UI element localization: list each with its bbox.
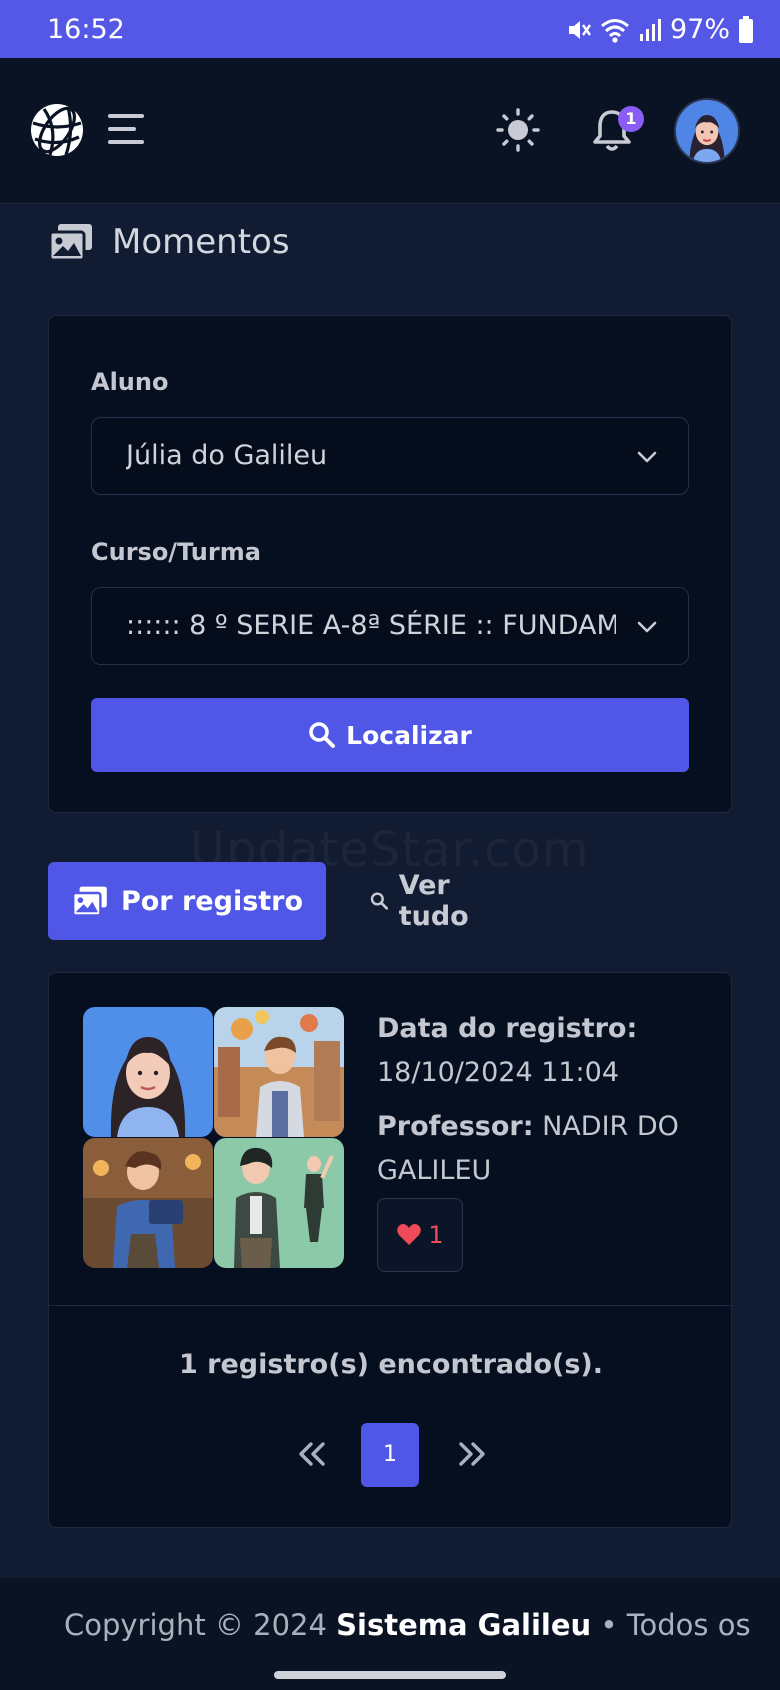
tab-by-record[interactable]: Por registro (48, 862, 326, 940)
record-photo[interactable] (83, 1007, 213, 1137)
tab-by-record-label: Por registro (120, 885, 304, 917)
theme-toggle-sun-icon[interactable] (496, 108, 540, 152)
student-label: Aluno (91, 368, 169, 396)
page-button-current[interactable]: 1 (361, 1423, 419, 1487)
record-date-value: 18/10/2024 11:04 (377, 1057, 620, 1088)
class-label: Curso/Turma (91, 538, 261, 566)
notification-count-badge: 1 (618, 106, 644, 132)
photo-gallery-icon (48, 224, 92, 262)
user-avatar[interactable] (674, 98, 740, 164)
footer-copyright: Copyright © 2024 Sistema Galileu • Todos… (64, 1608, 751, 1642)
battery-icon (739, 15, 753, 43)
status-bar: 16:52 97% (0, 0, 780, 58)
signal-icon (639, 18, 661, 41)
wifi-icon (601, 18, 629, 43)
menu-toggle-button[interactable] (108, 114, 146, 146)
globe-logo-icon[interactable] (28, 101, 86, 159)
record-photo-grid[interactable] (83, 1007, 345, 1269)
divider (49, 1305, 733, 1306)
record-teacher-label: Professor: (377, 1111, 534, 1142)
like-button[interactable]: 1 (377, 1198, 463, 1272)
records-card: Data do registro: 18/10/2024 11:04 Profe… (48, 972, 733, 1528)
class-select-value: :::::: 8 º SERIE A-8ª SÉRIE :: FUNDAMENT… (126, 610, 616, 641)
heart-icon (397, 1224, 422, 1245)
record-photo[interactable] (83, 1138, 213, 1268)
status-time: 16:52 (47, 14, 125, 45)
footer-suffix: • Todos os (600, 1608, 751, 1642)
class-select[interactable]: :::::: 8 º SERIE A-8ª SÉRIE :: FUNDAMENT… (91, 587, 689, 665)
tab-see-all-label: Ver tudo (398, 870, 469, 932)
search-icon (309, 722, 336, 748)
battery-percent: 97% (669, 14, 730, 45)
chevron-down-icon (637, 451, 657, 463)
search-button-label: Localizar (346, 720, 472, 750)
student-select-value: Júlia do Galileu (126, 440, 328, 471)
record-details: Data do registro: 18/10/2024 11:04 Profe… (377, 1007, 697, 1193)
gesture-home-bar[interactable] (274, 1671, 506, 1679)
status-icons: 97% (566, 14, 754, 45)
pagination: 1 (49, 1423, 733, 1487)
footer-brand[interactable]: Sistema Galileu (336, 1608, 591, 1642)
first-page-chevrons-icon[interactable] (297, 1439, 327, 1469)
last-page-chevrons-icon[interactable] (457, 1439, 487, 1469)
top-navbar: 1 (0, 58, 780, 204)
like-count: 1 (428, 1221, 444, 1249)
photo-gallery-icon (71, 886, 107, 917)
tab-see-all[interactable]: Ver tudo (370, 862, 480, 940)
record-date-label: Data do registro: (377, 1013, 638, 1044)
search-button[interactable]: Localizar (91, 698, 689, 772)
page-header: Momentos (48, 222, 290, 262)
chevron-down-icon (637, 621, 657, 633)
record-photo[interactable] (214, 1007, 344, 1137)
results-count: 1 registro(s) encontrado(s). (178, 1349, 604, 1380)
mute-icon (568, 20, 591, 39)
footer-prefix: Copyright © 2024 (64, 1608, 327, 1642)
filter-card: Aluno Júlia do Galileu Curso/Turma :::::… (48, 315, 732, 813)
record-photo[interactable] (214, 1138, 344, 1268)
page-title: Momentos (112, 222, 290, 262)
student-select[interactable]: Júlia do Galileu (91, 417, 689, 495)
search-icon (370, 892, 389, 910)
